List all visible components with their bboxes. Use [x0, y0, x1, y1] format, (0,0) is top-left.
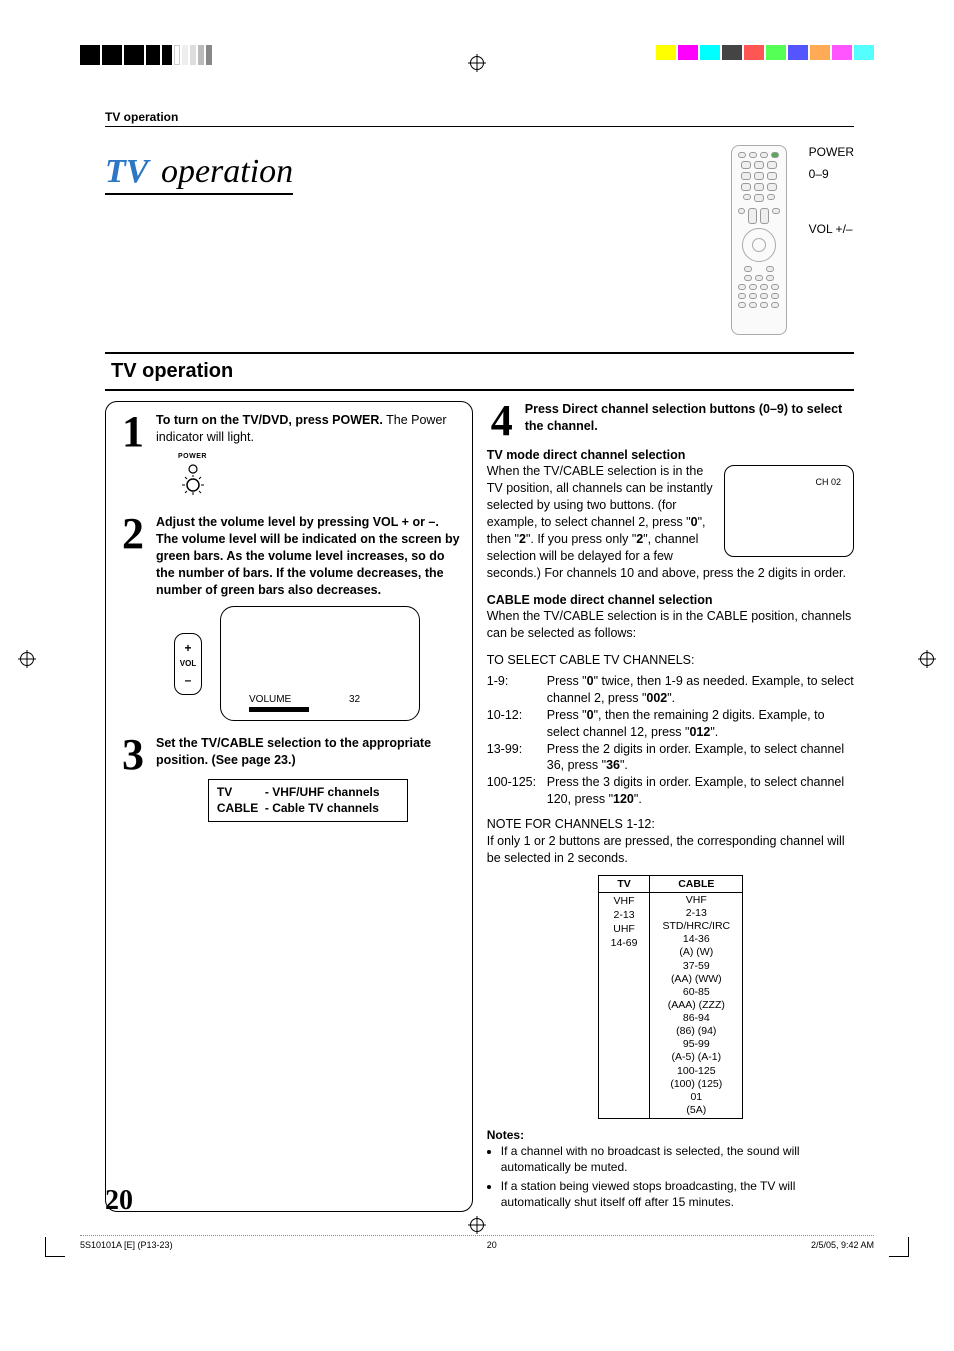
cable-mode-paragraph: When the TV/CABLE selection is in the CA…	[487, 608, 854, 642]
footer-center: 20	[487, 1240, 497, 1250]
page-title: TV operation	[105, 153, 293, 195]
step-4: 4 Press Direct channel selection buttons…	[487, 401, 854, 441]
notes-section: Notes: If a channel with no broadcast is…	[487, 1127, 854, 1210]
crop-mark-icon	[889, 1237, 909, 1257]
box-tv-label: TV	[217, 784, 265, 800]
tv-mode-heading: TV mode direct channel selection	[487, 447, 854, 464]
page-number: 20	[105, 1185, 133, 1217]
running-head: TV operation	[105, 110, 854, 127]
screen-volume-value: 32	[349, 693, 360, 707]
remote-label-volume: VOL +/–	[799, 222, 854, 236]
registration-mark-icon	[470, 1218, 484, 1232]
title-tv-word: TV	[105, 153, 152, 190]
cable-channel-list: 1-9: Press "0" twice, then 1-9 as needed…	[487, 673, 854, 808]
step-number: 4	[487, 401, 517, 441]
cable-select-heading: TO SELECT CABLE TV CHANNELS:	[487, 652, 854, 669]
vol-plus: +	[184, 640, 191, 656]
list-item: If a station being viewed stops broadcas…	[501, 1178, 854, 1210]
table-cell-cable: VHF 2-13 STD/HRC/IRC 14-36 (A) (W) 37-59…	[650, 892, 743, 1118]
volume-button-icon: + VOL –	[174, 633, 202, 695]
tv-screen-diagram: VOLUME 32	[220, 606, 420, 721]
table-header-tv: TV	[598, 875, 650, 892]
step2-bold: Adjust the volume level by pressing VOL …	[156, 515, 460, 597]
note-channels-1-12: NOTE FOR CHANNELS 1-12: If only 1 or 2 b…	[487, 816, 854, 867]
box-cable-desc: - Cable TV channels	[265, 800, 399, 816]
table-header-cable: CABLE	[650, 875, 743, 892]
screen-volume-label: VOLUME	[249, 693, 291, 707]
step-1: 1 To turn on the TV/DVD, press POWER. Th…	[118, 412, 460, 504]
list-item: If a channel with no broadcast is select…	[501, 1143, 854, 1175]
title-rest: operation	[152, 153, 293, 190]
list-item: 10-12: Press "0", then the remaining 2 d…	[487, 707, 854, 741]
remote-label-power: POWER	[799, 145, 854, 159]
cable-mode-heading: CABLE mode direct channel selection	[487, 592, 854, 609]
right-column: 4 Press Direct channel selection buttons…	[487, 401, 854, 1212]
step4-bold: Press Direct channel selection buttons (…	[525, 402, 842, 433]
remote-labels: POWER 0–9 VOL +/–	[799, 145, 854, 236]
step3-bold: Set the TV/CABLE selection to the approp…	[156, 736, 431, 767]
power-indicator-diagram: POWER	[178, 452, 460, 500]
tv-cable-box: TV - VHF/UHF channels CABLE - Cable TV c…	[208, 779, 408, 821]
footer: 5S10101A [E] (P13-23) 20 2/5/05, 9:42 AM	[80, 1235, 874, 1250]
remote-label-numbers: 0–9	[799, 167, 854, 181]
screen-channel-label: CH 02	[815, 476, 841, 488]
step1-bold: To turn on the TV/DVD, press POWER.	[156, 413, 383, 427]
step-3: 3 Set the TV/CABLE selection to the appr…	[118, 735, 460, 821]
notes-heading: Notes:	[487, 1128, 524, 1142]
footer-left: 5S10101A [E] (P13-23)	[80, 1240, 173, 1250]
frequency-table: TV CABLE VHF 2-13 UHF 14-69 VHF 2-13 STD…	[598, 875, 744, 1119]
power-label: POWER	[178, 452, 460, 461]
list-item: 100-125: Press the 3 digits in order. Ex…	[487, 774, 854, 808]
table-cell-tv: VHF 2-13 UHF 14-69	[598, 892, 650, 1118]
tv-mode-paragraph: CH 02 When the TV/CABLE selection is in …	[487, 463, 854, 581]
step-number: 2	[118, 514, 148, 554]
box-cable-label: CABLE	[217, 800, 265, 816]
vol-minus: –	[185, 672, 192, 688]
step-2: 2 Adjust the volume level by pressing VO…	[118, 514, 460, 721]
section-heading: TV operation	[105, 353, 854, 391]
list-item: 1-9: Press "0" twice, then 1-9 as needed…	[487, 673, 854, 707]
volume-bar-icon	[249, 707, 309, 712]
remote-diagram: POWER 0–9 VOL +/–	[731, 145, 854, 335]
vol-label: VOL	[180, 659, 196, 670]
step-number: 1	[118, 412, 148, 452]
step-number: 3	[118, 735, 148, 775]
box-tv-desc: - VHF/UHF channels	[265, 784, 399, 800]
light-icon	[178, 461, 208, 495]
steps-panel: 1 To turn on the TV/DVD, press POWER. Th…	[105, 401, 473, 1212]
remote-icon	[731, 145, 787, 335]
tv-screen-diagram: CH 02	[724, 465, 854, 557]
footer-right: 2/5/05, 9:42 AM	[811, 1240, 874, 1250]
list-item: 13-99: Press the 2 digits in order. Exam…	[487, 741, 854, 775]
crop-mark-icon	[45, 1237, 65, 1257]
